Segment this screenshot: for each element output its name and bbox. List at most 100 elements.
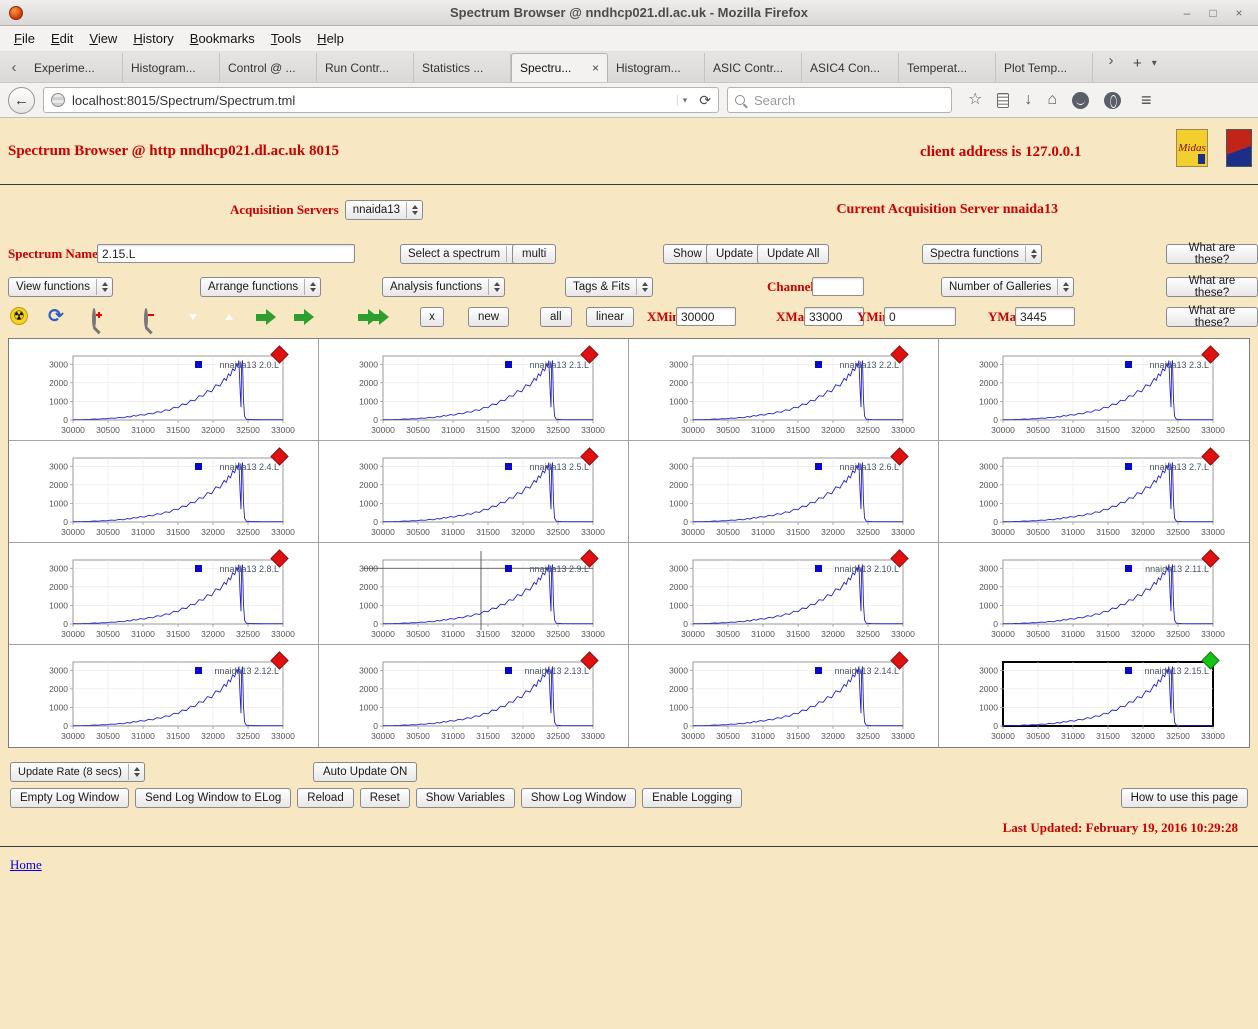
tab-close-icon[interactable]: × — [592, 61, 599, 75]
what-are-these-button[interactable]: What are these? — [1166, 275, 1258, 299]
bookmarks-menu-icon[interactable] — [997, 92, 1010, 108]
mini-spectrum-plot[interactable]: 010002000300030000 30500 31000 31500 32000 32… — [943, 548, 1243, 644]
spectrum-gallery-cell[interactable]: 0 1000 2000 3000 30000 30500 31000 31500 32000 32… — [939, 441, 1249, 543]
spectrum-gallery-cell[interactable]: 0 1000 2000 3000 30000 30500 31000 31500 32000 32… — [319, 339, 629, 441]
enable-logging-button[interactable]: Enable Logging — [642, 788, 743, 808]
mini-spectrum-plot[interactable]: 010002000300030000 30500 31000 31500 32000 32… — [633, 446, 933, 542]
tab-scroll-right-icon[interactable]: › — [1099, 52, 1123, 75]
spectrum-gallery-cell[interactable]: 0 1000 2000 3000 30000 30500 31000 31500 32000 32… — [939, 339, 1249, 441]
mini-spectrum-plot[interactable]: 010002000300030000 30500 31000 31500 32000 32… — [323, 344, 623, 440]
what-are-these-button[interactable]: What are these? — [1166, 305, 1258, 329]
zoom-in-icon[interactable] — [92, 308, 102, 329]
minimize-button[interactable]: – — [1180, 6, 1194, 20]
update-all-button[interactable]: Update All — [757, 244, 830, 264]
spectrum-gallery-cell[interactable]: 0 1000 2000 3000 30000 30500 31000 31500 32000 32… — [629, 339, 939, 441]
x-button[interactable]: x — [420, 307, 444, 327]
spectrum-gallery-cell[interactable]: 0 1000 2000 3000 30000 30500 31000 31500 32000 32… — [9, 645, 319, 747]
show-log-window-button[interactable]: Show Log Window — [520, 788, 637, 808]
spectrum-gallery-cell[interactable]: 0 1000 2000 3000 30000 30500 31000 31500 32000 32… — [629, 645, 939, 747]
update-rate-select[interactable]: Update Rate (8 secs) — [10, 762, 145, 782]
home-link[interactable]: Home — [10, 857, 42, 873]
mini-spectrum-plot[interactable]: 010002000300030000 30500 31000 31500 32000 32… — [943, 446, 1243, 542]
mini-spectrum-plot[interactable]: 010002000300030000 30500 31000 31500 32000 32… — [323, 446, 623, 542]
tags-fits-select[interactable]: Tags & Fits — [565, 277, 653, 297]
how-to-use-button[interactable]: How to use this page — [1120, 788, 1248, 808]
home-icon[interactable]: ⌂ — [1047, 92, 1057, 108]
tab-control[interactable]: Control @ ... — [220, 53, 317, 82]
spectrum-gallery-cell[interactable]: 0 1000 2000 3000 30000 30500 31000 31500 32000 32… — [939, 645, 1249, 747]
select-a-spectrum-select[interactable]: Select a spectrum — [400, 244, 524, 264]
hello-chat-icon[interactable] — [1072, 91, 1090, 109]
mini-spectrum-plot[interactable]: 010002000300030000 30500 31000 31500 32000 32… — [323, 548, 623, 644]
all-button[interactable]: all — [540, 307, 572, 327]
url-field[interactable]: localhost:8015/Spectrum/Spectrum.tml ▾ ⟳ — [43, 87, 719, 113]
spectrum-gallery-cell[interactable]: 0 1000 2000 3000 30000 30500 31000 31500 32000 32… — [9, 543, 319, 645]
ymax-input[interactable] — [1015, 307, 1075, 326]
mini-spectrum-plot[interactable]: 010002000300030000 30500 31000 31500 32000 32… — [633, 650, 933, 746]
mini-spectrum-plot[interactable]: 010002000300030000 30500 31000 31500 32000 32… — [633, 344, 933, 440]
radiation-icon[interactable]: ☢ — [10, 307, 28, 325]
menu-edit[interactable]: Edit — [43, 28, 81, 49]
tab-scroll-left-icon[interactable]: ‹ — [2, 59, 26, 82]
mini-spectrum-plot[interactable]: 010002000300030000 30500 31000 31500 32000 32… — [943, 650, 1243, 746]
ymin-input[interactable] — [884, 307, 956, 326]
analysis-functions-select[interactable]: Analysis functions — [382, 277, 506, 297]
show-variables-button[interactable]: Show Variables — [415, 788, 515, 808]
search-field[interactable] — [727, 87, 952, 113]
back-button[interactable]: ← — [8, 86, 35, 114]
close-button[interactable]: × — [1232, 6, 1246, 20]
refresh-spectra-icon[interactable]: ⟳ — [48, 307, 64, 326]
menu-bookmarks[interactable]: Bookmarks — [182, 28, 263, 49]
url-dropdown-icon[interactable]: ▾ — [676, 94, 693, 106]
view-functions-select[interactable]: View functions — [8, 277, 113, 297]
tab-list-icon[interactable]: ▾ — [1152, 58, 1157, 69]
number-of-galleries-select[interactable]: Number of Galleries — [941, 277, 1075, 297]
spectrum-gallery-cell[interactable]: 0 1000 2000 3000 30000 30500 31000 31500 32000 32… — [629, 543, 939, 645]
empty-log-window-button[interactable]: Empty Log Window — [10, 788, 130, 808]
tab-run-contr[interactable]: Run Contr... — [317, 53, 414, 82]
show-button[interactable]: Show — [663, 244, 712, 264]
new-button[interactable]: new — [468, 307, 510, 327]
mini-spectrum-plot[interactable]: 010002000300030000 30500 31000 31500 32000 32… — [323, 650, 623, 746]
xmax-input[interactable] — [804, 307, 864, 326]
what-are-these-button[interactable]: What are these? — [1166, 242, 1258, 266]
spectrum-gallery-cell[interactable]: 0 1000 2000 3000 30000 30500 31000 31500 32000 32… — [9, 441, 319, 543]
spectrum-gallery-cell[interactable]: 0 1000 2000 3000 30000 30500 31000 31500 32000 32… — [319, 543, 629, 645]
mini-spectrum-plot[interactable]: 010002000300030000 30500 31000 31500 32000 32… — [943, 344, 1243, 440]
globe-apps-icon[interactable] — [1104, 91, 1122, 109]
search-input[interactable] — [752, 91, 944, 109]
spectrum-gallery-cell[interactable]: 0 1000 2000 3000 30000 30500 31000 31500 32000 32… — [9, 339, 319, 441]
site-identity-icon[interactable] — [51, 93, 65, 107]
update-button[interactable]: Update — [706, 244, 764, 264]
menu-view[interactable]: View — [81, 28, 125, 49]
tab-statistics[interactable]: Statistics ... — [414, 53, 511, 82]
downloads-icon[interactable]: ↓ — [1024, 92, 1032, 108]
reset-button[interactable]: Reset — [359, 788, 410, 808]
linear-button[interactable]: linear — [586, 307, 635, 327]
mini-spectrum-plot[interactable]: 010002000300030000 30500 31000 31500 32000 32… — [13, 548, 313, 644]
tab-asic4-con[interactable]: ASIC4 Con... — [802, 53, 899, 82]
xmin-input[interactable] — [676, 307, 736, 326]
menu-icon[interactable]: ≡ — [1141, 90, 1152, 111]
bookmark-star-icon[interactable]: ☆ — [968, 92, 982, 108]
new-tab-button[interactable]: + — [1133, 55, 1142, 72]
tab-temperat[interactable]: Temperat... — [899, 53, 996, 82]
spectrum-gallery-cell[interactable]: 0 1000 2000 3000 30000 30500 31000 31500 32000 32… — [319, 645, 629, 747]
menu-history[interactable]: History — [125, 28, 181, 49]
menu-help[interactable]: Help — [309, 28, 352, 49]
url-text[interactable]: localhost:8015/Spectrum/Spectrum.tml — [72, 93, 670, 108]
mini-spectrum-plot[interactable]: 010002000300030000 30500 31000 31500 32000 32… — [13, 650, 313, 746]
send-log-window-to-elog-button[interactable]: Send Log Window to ELog — [135, 788, 292, 808]
acquisition-server-select[interactable]: nnaida13 — [344, 200, 424, 220]
menu-file[interactable]: File — [6, 28, 43, 49]
auto-update-button[interactable]: Auto Update ON — [312, 762, 418, 782]
channel-input[interactable] — [812, 277, 864, 296]
spectrum-name-input[interactable] — [97, 244, 355, 263]
mini-spectrum-plot[interactable]: 010002000300030000 30500 31000 31500 32000 32… — [633, 548, 933, 644]
tab-histogram[interactable]: Histogram... — [608, 53, 705, 82]
tab-spectru[interactable]: Spectru... × — [511, 53, 608, 82]
tab-experime[interactable]: Experime... — [26, 53, 123, 82]
spectrum-gallery-cell[interactable]: 0 1000 2000 3000 30000 30500 31000 31500 32000 32… — [939, 543, 1249, 645]
mini-spectrum-plot[interactable]: 010002000300030000 30500 31000 31500 32000 32… — [13, 344, 313, 440]
tab-plot-temp[interactable]: Plot Temp... — [996, 53, 1093, 82]
